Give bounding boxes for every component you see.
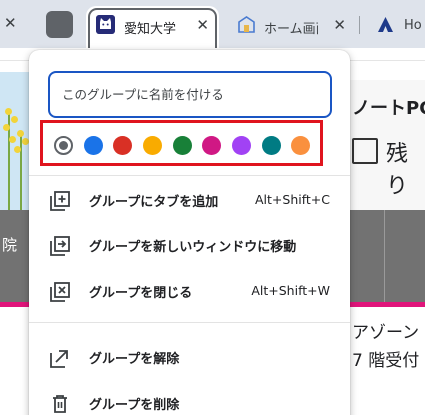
tab-separator — [359, 16, 360, 34]
color-swatch-green[interactable] — [173, 136, 192, 155]
color-swatch-yellow[interactable] — [143, 136, 162, 155]
page-text-line: アゾーン — [352, 323, 420, 343]
menu-item-label: グループにタブを追加 — [89, 195, 219, 210]
tab-group-editor-popup: グループにタブを追加 Alt+Shift+C グループを新しいウィンドウに移動 … — [29, 50, 350, 415]
page-remaining-text: 残り — [386, 142, 409, 199]
home-building-icon — [238, 16, 255, 33]
menu-item-delete-group[interactable]: グループを削除 — [29, 383, 350, 415]
color-picker-highlight — [40, 120, 323, 166]
menu-item-label: グループを解除 — [89, 352, 180, 367]
group-name-input[interactable] — [48, 71, 332, 118]
move-to-window-icon — [50, 236, 70, 256]
color-swatch-blue[interactable] — [84, 136, 103, 155]
menu-item-close-group[interactable]: グループを閉じる Alt+Shift+W — [29, 271, 350, 311]
tab-third[interactable]: Ho — [370, 6, 425, 42]
close-box-icon — [50, 282, 70, 302]
color-swatch-orange[interactable] — [291, 136, 310, 155]
menu-divider — [29, 322, 350, 323]
color-swatch-cyan[interactable] — [262, 136, 281, 155]
menu-item-label: グループを新しいウィンドウに移動 — [89, 240, 297, 255]
add-box-icon — [50, 191, 70, 211]
tab-title: 愛知大学 — [124, 22, 177, 37]
page-nav-label[interactable]: 院 — [2, 234, 17, 255]
close-icon[interactable]: ✕ — [4, 14, 17, 32]
menu-item-shortcut: Alt+Shift+C — [254, 192, 330, 207]
menu-item-ungroup[interactable]: グループを解除 — [29, 337, 350, 377]
ungroup-arrow-icon — [50, 350, 68, 368]
tab-group-chip[interactable] — [46, 11, 73, 38]
color-swatch-grey[interactable] — [54, 136, 73, 155]
page-text-line: 7 階受付 — [352, 351, 420, 371]
tab-home[interactable]: ホーム画面 ✕ — [230, 6, 356, 42]
tab-title: ホーム画面 — [264, 22, 318, 37]
menu-item-move-window[interactable]: グループを新しいウィンドウに移動 — [29, 225, 350, 265]
triangle-logo-icon — [378, 17, 393, 32]
menu-item-add-tab[interactable]: グループにタブを追加 Alt+Shift+C — [29, 180, 350, 220]
tab-strip: ✕ 愛知大学 ✕ ホーム画面 ✕ Ho — [0, 0, 425, 48]
page-heading: ノートPC — [352, 98, 425, 119]
tab-title: Ho — [404, 18, 422, 33]
close-icon[interactable]: ✕ — [196, 16, 209, 34]
menu-divider — [29, 175, 350, 176]
menu-item-label: グループを閉じる — [89, 286, 193, 301]
nav-divider — [384, 210, 385, 302]
color-swatch-pink[interactable] — [202, 136, 221, 155]
laptop-icon — [352, 138, 378, 164]
menu-item-shortcut: Alt+Shift+W — [251, 283, 330, 298]
flower-photo — [0, 72, 32, 210]
tab-active[interactable]: 愛知大学 ✕ — [86, 6, 219, 48]
trash-icon — [53, 395, 67, 413]
cat-face-icon — [96, 15, 115, 34]
color-swatch-red[interactable] — [113, 136, 132, 155]
menu-item-label: グループを削除 — [89, 398, 180, 413]
close-icon[interactable]: ✕ — [333, 16, 346, 34]
color-swatch-purple[interactable] — [232, 136, 251, 155]
